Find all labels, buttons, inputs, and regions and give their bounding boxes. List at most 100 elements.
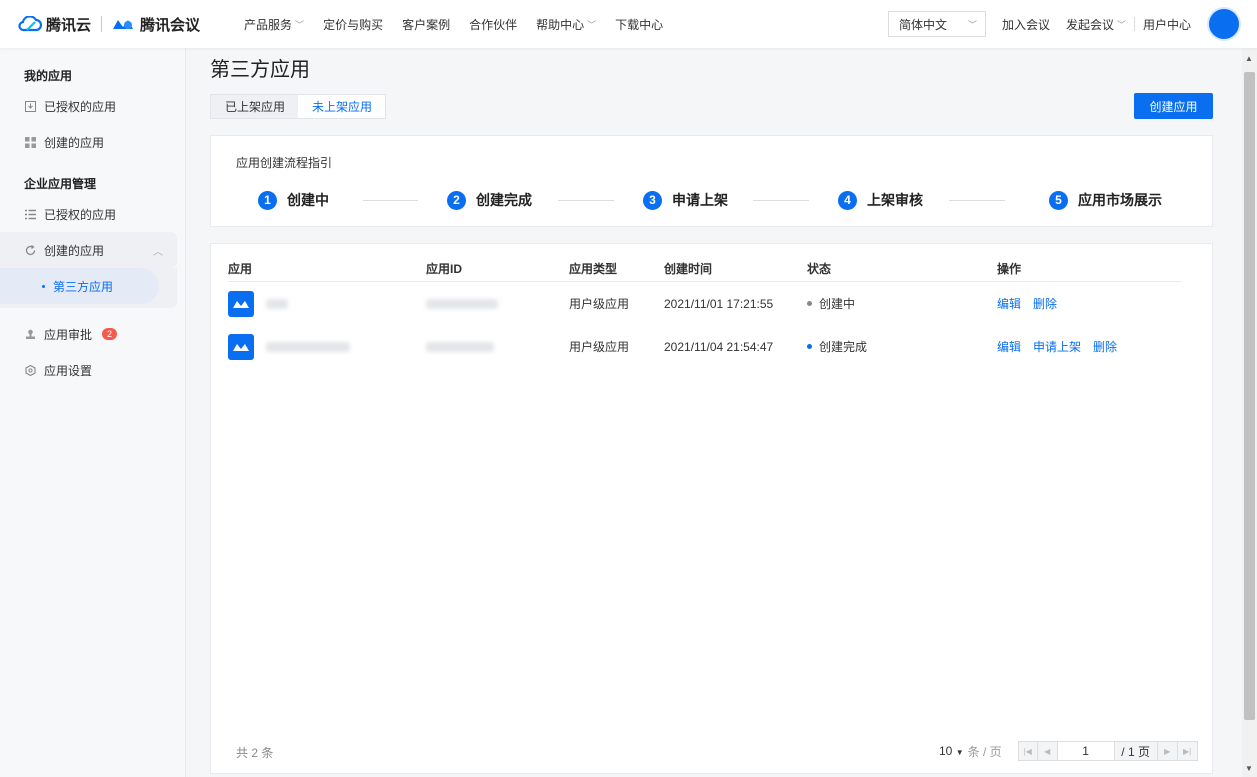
sidebar-item-ent-created[interactable]: 创建的应用 ︿ [0,232,177,268]
chevron-down-icon: ﹀ [967,19,977,30]
tencent-cloud-logo[interactable]: 腾讯云 [18,14,91,35]
bullet-icon [42,284,45,288]
sidebar-group-my-apps: 我的应用 [24,68,73,83]
sidebar-item-label: 创建的应用 [44,243,105,258]
status-cell: 创建中 [807,282,855,325]
scroll-down-icon[interactable]: ▼ [1245,764,1253,773]
sidebar-item-my-authorized[interactable]: 已授权的应用 [0,88,185,124]
step-number: 1 [258,190,277,210]
step-label: 申请上架 [672,192,728,208]
table-row: 用户级应用 2021/11/01 17:21:55 创建中 编辑 删除 [211,282,1214,325]
redacted-app-name [266,298,288,309]
create-app-button[interactable]: 创建应用 [1134,93,1213,119]
created-cell: 2021/11/04 21:54:47 [664,339,774,354]
scroll-up-icon[interactable]: ▲ [1245,54,1253,63]
status-text: 创建中 [819,297,856,311]
next-page-icon[interactable]: ▶ [1157,741,1178,761]
status-dot-icon [807,301,812,306]
nav-products[interactable]: 产品服务 ﹀ [234,0,313,48]
sidebar-item-third-party[interactable]: 第三方应用 [0,268,159,304]
brand[interactable]: 腾讯云 腾讯会议 [18,14,200,35]
nav-label: 客户案例 [402,17,451,32]
avatar[interactable] [1207,7,1241,41]
col-header-app: 应用 [228,262,253,276]
sidebar-item-approval[interactable]: 应用审批 2 [0,316,185,352]
nav-label: 帮助中心 [536,17,585,32]
brand-divider [101,16,103,32]
sidebar: 我的应用 已授权的应用 创建的应用 企业应用管理 已授权的应用 创建的应用 ︿ … [0,48,186,777]
step-number: 3 [643,190,662,210]
cloud-logo-icon [18,16,42,32]
user-center-link[interactable]: 用户中心 [1135,16,1199,33]
page-size-select[interactable]: 10 ▼ [939,744,964,758]
step-1: 1 创建中 [258,190,329,210]
user-center-label: 用户中心 [1142,17,1191,32]
nav-pricing[interactable]: 定价与购买 [313,0,392,48]
delete-link[interactable]: 删除 [1093,338,1117,355]
sidebar-submenu: 第三方应用 [0,268,177,308]
app-cell[interactable] [228,325,350,368]
col-header-created: 创建时间 [664,262,713,276]
edit-link[interactable]: 编辑 [997,338,1021,355]
nav-label: 定价与购买 [323,17,384,32]
nav-partners[interactable]: 合作伙伴 [459,0,526,48]
first-page-icon[interactable]: |◀ [1017,741,1038,761]
status-tabs: 已上架应用 未上架应用 [210,94,387,119]
prev-page-icon[interactable]: ◀ [1037,741,1058,761]
caret-down-icon: ▼ [955,748,964,757]
nav-cases[interactable]: 客户案例 [392,0,459,48]
start-meeting-label: 发起会议 [1065,17,1114,32]
app-cell[interactable] [228,282,288,325]
sidebar-group-enterprise: 企业应用管理 [24,176,97,191]
chevron-up-icon: ︿ [153,246,163,258]
join-meeting-link[interactable]: 加入会议 [994,16,1058,33]
page-size-unit: 条 / 页 [967,744,1002,759]
page-title: 第三方应用 [210,59,310,81]
download-box-icon [24,100,36,112]
sidebar-item-settings[interactable]: 应用设置 [0,352,185,388]
tab-unlisted[interactable]: 未上架应用 [298,95,386,118]
language-select[interactable]: 简体中文 ﹀ [887,11,986,37]
pagination: 10 ▼ 条 / 页 |◀ ◀ 1 / 1 页 ▶ ▶| [939,741,1198,761]
delete-link[interactable]: 删除 [1033,295,1057,312]
brand-cloud-text: 腾讯云 [46,16,92,34]
sidebar-item-label: 应用设置 [44,363,93,378]
header-actions: 简体中文 ﹀ 加入会议 发起会议 ﹀ 用户中心 [887,0,1241,48]
app-id-cell [426,282,498,325]
step-number: 5 [1049,190,1068,210]
request-listing-link[interactable]: 申请上架 [1033,338,1081,355]
type-cell: 用户级应用 [569,297,630,311]
status-text: 创建完成 [819,340,868,354]
step-4: 4 上架审核 [838,190,923,210]
tencent-meeting-logo[interactable]: 腾讯会议 [112,14,200,35]
nav-label: 合作伙伴 [469,17,518,32]
sidebar-item-my-created[interactable]: 创建的应用 [0,124,185,160]
step-connector [753,200,809,201]
last-page-icon[interactable]: ▶| [1177,741,1198,761]
meeting-app-icon [228,333,254,360]
approval-count-badge: 2 [102,328,118,340]
sidebar-item-label: 应用审批 [44,327,93,342]
page-scrollbar[interactable]: ▲ ▼ [1242,48,1257,777]
scroll-thumb[interactable] [1244,72,1255,720]
start-meeting-link[interactable]: 发起会议 ﹀ [1058,16,1134,33]
step-connector [949,200,1005,201]
sidebar-item-ent-authorized[interactable]: 已授权的应用 [0,196,185,232]
chevron-down-icon: ﹀ [587,19,597,30]
creation-guide: 应用创建流程指引 1 创建中 2 创建完成 3 申请上架 4 上架审核 5 应用… [210,135,1213,227]
actions-cell: 编辑 申请上架 删除 [997,325,1129,368]
top-nav: 产品服务 ﹀ 定价与购买 客户案例 合作伙伴 帮助中心 ﹀ 下载中心 [234,0,672,48]
page-size-value: 10 [939,744,953,758]
step-5: 5 应用市场展示 [1049,190,1162,210]
total-count: 共 2 条 [236,746,274,760]
nav-help[interactable]: 帮助中心 ﹀ [526,0,605,48]
type-cell: 用户级应用 [569,340,630,354]
refresh-icon [24,244,36,256]
edit-link[interactable]: 编辑 [997,295,1021,312]
page-number-input[interactable]: 1 [1057,741,1114,761]
step-number: 2 [447,190,466,210]
nav-download[interactable]: 下载中心 [605,0,672,48]
step-2: 2 创建完成 [447,190,532,210]
sidebar-item-label: 第三方应用 [53,279,114,294]
tab-listed[interactable]: 已上架应用 [211,95,299,118]
